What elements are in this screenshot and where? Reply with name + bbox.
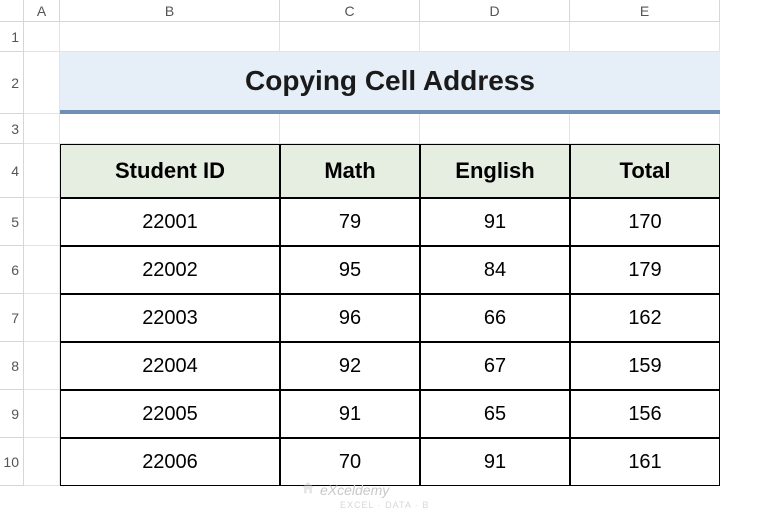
row-header-10[interactable]: 10 — [0, 438, 24, 486]
table-cell[interactable]: 65 — [420, 390, 570, 438]
col-header-E[interactable]: E — [570, 0, 720, 22]
table-cell[interactable]: 67 — [420, 342, 570, 390]
cell-D1[interactable] — [420, 22, 570, 52]
table-cell[interactable]: 66 — [420, 294, 570, 342]
cell-A8[interactable] — [24, 342, 60, 390]
cell-A6[interactable] — [24, 246, 60, 294]
table-cell[interactable]: 22001 — [60, 198, 280, 246]
table-cell[interactable]: 159 — [570, 342, 720, 390]
row-header-9[interactable]: 9 — [0, 390, 24, 438]
table-cell[interactable]: 22004 — [60, 342, 280, 390]
row-header-1[interactable]: 1 — [0, 22, 24, 52]
cell-A9[interactable] — [24, 390, 60, 438]
table-cell[interactable]: 84 — [420, 246, 570, 294]
select-all-corner[interactable] — [0, 0, 24, 22]
cell-A7[interactable] — [24, 294, 60, 342]
watermark-subtext: EXCEL · DATA · B — [340, 500, 429, 510]
table-cell[interactable]: 91 — [420, 438, 570, 486]
table-cell[interactable]: 91 — [280, 390, 420, 438]
row-header-4[interactable]: 4 — [0, 144, 24, 198]
row-header-3[interactable]: 3 — [0, 114, 24, 144]
table-cell[interactable]: 22002 — [60, 246, 280, 294]
table-cell[interactable]: 156 — [570, 390, 720, 438]
cell-A2[interactable] — [24, 52, 60, 114]
cell-E1[interactable] — [570, 22, 720, 52]
table-header-student-id[interactable]: Student ID — [60, 144, 280, 198]
cell-C1[interactable] — [280, 22, 420, 52]
table-cell[interactable]: 22006 — [60, 438, 280, 486]
table-cell[interactable]: 96 — [280, 294, 420, 342]
cell-D3[interactable] — [420, 114, 570, 144]
table-cell[interactable]: 179 — [570, 246, 720, 294]
table-cell[interactable]: 79 — [280, 198, 420, 246]
row-header-8[interactable]: 8 — [0, 342, 24, 390]
row-header-7[interactable]: 7 — [0, 294, 24, 342]
spreadsheet-grid[interactable]: A B C D E 1 2 3 4 5 6 7 8 9 10 Copying C… — [0, 0, 768, 486]
table-header-math[interactable]: Math — [280, 144, 420, 198]
col-header-C[interactable]: C — [280, 0, 420, 22]
cell-A5[interactable] — [24, 198, 60, 246]
cell-A1[interactable] — [24, 22, 60, 52]
table-header-english[interactable]: English — [420, 144, 570, 198]
cell-A4[interactable] — [24, 144, 60, 198]
cell-B1[interactable] — [60, 22, 280, 52]
row-header-6[interactable]: 6 — [0, 246, 24, 294]
table-cell[interactable]: 22005 — [60, 390, 280, 438]
cell-B3[interactable] — [60, 114, 280, 144]
col-header-D[interactable]: D — [420, 0, 570, 22]
table-cell[interactable]: 91 — [420, 198, 570, 246]
table-cell[interactable]: 162 — [570, 294, 720, 342]
cell-A10[interactable] — [24, 438, 60, 486]
row-header-5[interactable]: 5 — [0, 198, 24, 246]
title-cell[interactable]: Copying Cell Address — [60, 52, 720, 114]
row-header-2[interactable]: 2 — [0, 52, 24, 114]
table-cell[interactable]: 92 — [280, 342, 420, 390]
cell-E3[interactable] — [570, 114, 720, 144]
table-header-total[interactable]: Total — [570, 144, 720, 198]
cell-C3[interactable] — [280, 114, 420, 144]
table-cell[interactable]: 70 — [280, 438, 420, 486]
cell-A3[interactable] — [24, 114, 60, 144]
table-cell[interactable]: 170 — [570, 198, 720, 246]
table-cell[interactable]: 161 — [570, 438, 720, 486]
col-header-B[interactable]: B — [60, 0, 280, 22]
table-cell[interactable]: 95 — [280, 246, 420, 294]
col-header-A[interactable]: A — [24, 0, 60, 22]
table-cell[interactable]: 22003 — [60, 294, 280, 342]
